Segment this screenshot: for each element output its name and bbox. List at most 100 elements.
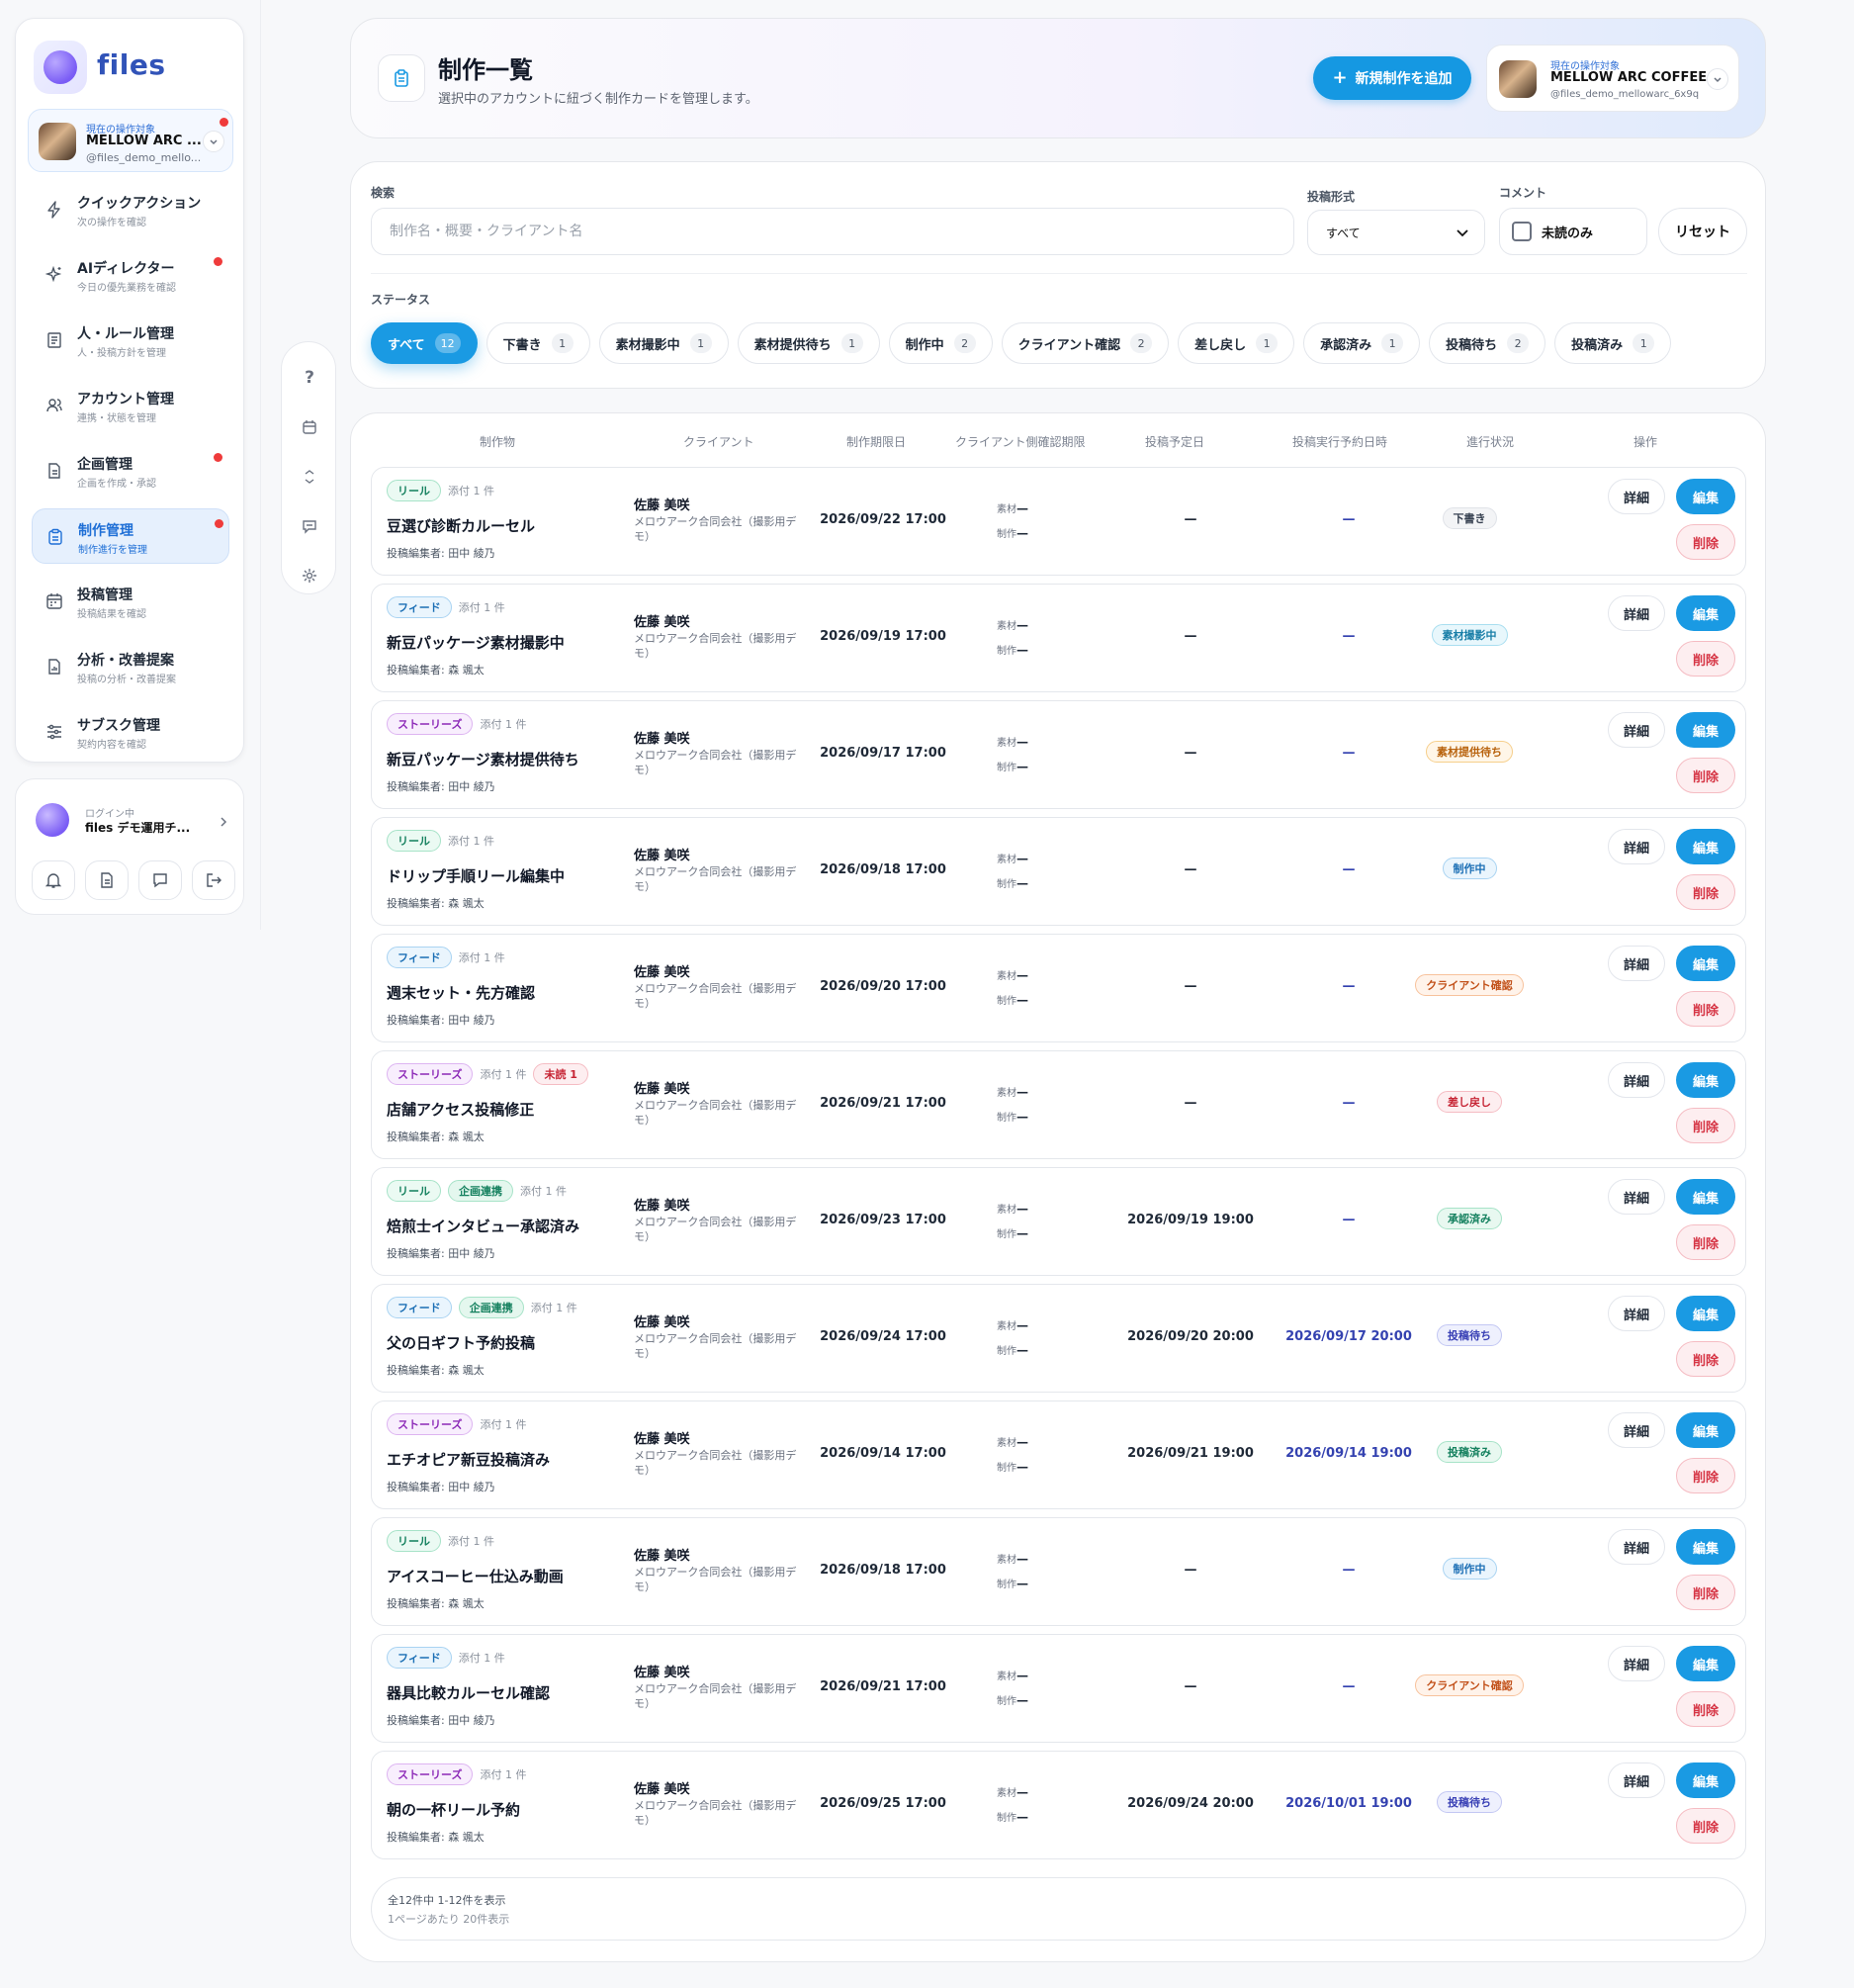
- search-field[interactable]: [371, 208, 1294, 255]
- delete-button[interactable]: 削除: [1676, 1808, 1735, 1844]
- edit-button[interactable]: 編集: [1676, 1412, 1735, 1448]
- chevron-down-icon[interactable]: [1707, 68, 1728, 90]
- sidebar-item[interactable]: クイックアクション 次の操作を確認: [32, 182, 229, 237]
- calendar-icon[interactable]: [300, 417, 319, 437]
- chevron-down-icon[interactable]: [203, 131, 224, 152]
- detail-button[interactable]: 詳細: [1608, 946, 1665, 981]
- chat-icon[interactable]: [138, 860, 182, 900]
- sidebar-item[interactable]: 人・ルール管理 人・投稿方針を管理: [32, 313, 229, 368]
- user-menu[interactable]: ログイン中 files デモ運用チ...: [26, 789, 233, 849]
- detail-button[interactable]: 詳細: [1608, 595, 1665, 631]
- edit-button[interactable]: 編集: [1676, 1296, 1735, 1331]
- detail-button[interactable]: 詳細: [1608, 829, 1665, 864]
- delete-button[interactable]: 削除: [1676, 524, 1735, 560]
- delete-button[interactable]: 削除: [1676, 1691, 1735, 1727]
- status-filter-pill[interactable]: 投稿待ち 2: [1429, 322, 1546, 364]
- edit-button[interactable]: 編集: [1676, 595, 1735, 631]
- production-title[interactable]: 器具比較カルーセル確認: [387, 1682, 550, 1703]
- edit-button[interactable]: 編集: [1676, 829, 1735, 864]
- add-production-button[interactable]: + 新規制作を追加: [1313, 56, 1471, 100]
- edit-button[interactable]: 編集: [1676, 1179, 1735, 1215]
- edit-button[interactable]: 編集: [1676, 1529, 1735, 1565]
- production-title[interactable]: 豆選び診断カルーセル: [387, 515, 535, 536]
- table-row[interactable]: リール 添付 1 件ドリップ手順リール編集中 投稿編集者: 森 颯太 佐藤 美咲 メロウ…: [371, 817, 1746, 926]
- bell-icon[interactable]: [32, 860, 75, 900]
- reset-button[interactable]: リセット: [1658, 208, 1747, 255]
- detail-button[interactable]: 詳細: [1608, 1412, 1665, 1448]
- delete-button[interactable]: 削除: [1676, 874, 1735, 910]
- delete-button[interactable]: 削除: [1676, 1575, 1735, 1610]
- help-icon[interactable]: ?: [300, 368, 319, 388]
- logout-icon[interactable]: [192, 860, 235, 900]
- production-title[interactable]: 父の日ギフト予約投稿: [387, 1332, 535, 1353]
- detail-button[interactable]: 詳細: [1608, 479, 1665, 514]
- table-row[interactable]: リール 添付 1 件豆選び診断カルーセル 投稿編集者: 田中 綾乃 佐藤 美咲 メロウア…: [371, 467, 1746, 576]
- sidebar-item[interactable]: サブスク管理 契約内容を確認: [32, 704, 229, 760]
- edit-button[interactable]: 編集: [1676, 712, 1735, 748]
- table-row[interactable]: フィード 添付 1 件器具比較カルーセル確認 投稿編集者: 田中 綾乃 佐藤 美咲 メロ…: [371, 1634, 1746, 1743]
- status-filter-pill[interactable]: クライアント確認 2: [1001, 322, 1170, 364]
- search-input[interactable]: [372, 209, 1293, 254]
- status-filter-pill[interactable]: すべて 12: [371, 322, 478, 364]
- edit-button[interactable]: 編集: [1676, 479, 1735, 514]
- checkbox-box[interactable]: [1512, 222, 1532, 241]
- table-row[interactable]: リール 添付 1 件アイスコーヒー仕込み動画 投稿編集者: 森 颯太 佐藤 美咲 メロウ…: [371, 1517, 1746, 1626]
- table-row[interactable]: リール 企画連携 添付 1 件焙煎士インタビュー承認済み 投稿編集者: 田中 綾乃 佐藤…: [371, 1167, 1746, 1276]
- sidebar-item[interactable]: 制作管理 制作進行を管理: [32, 508, 229, 564]
- delete-button[interactable]: 削除: [1676, 1458, 1735, 1493]
- sidebar-item[interactable]: 分析・改善提案 投稿の分析・改善提案: [32, 639, 229, 694]
- settings-icon[interactable]: [300, 566, 319, 586]
- status-filter-pill[interactable]: 差し戻し 1: [1178, 322, 1295, 364]
- current-account-card[interactable]: 現在の操作対象 MELLOW ARC COFFEE @files_demo_me…: [1486, 45, 1739, 112]
- status-filter-pill[interactable]: 下書き 1: [486, 322, 590, 364]
- delete-button[interactable]: 削除: [1676, 1108, 1735, 1143]
- status-filter-pill[interactable]: 投稿済み 1: [1554, 322, 1672, 364]
- unread-only-checkbox[interactable]: 未読のみ: [1499, 208, 1647, 255]
- status-filter-pill[interactable]: 承認済み 1: [1303, 322, 1421, 364]
- delete-button[interactable]: 削除: [1676, 641, 1735, 677]
- delete-button[interactable]: 削除: [1676, 1341, 1735, 1377]
- sidebar-item[interactable]: 企画管理 企画を作成・承認: [32, 443, 229, 498]
- production-title[interactable]: ドリップ手順リール編集中: [387, 865, 565, 886]
- status-filter-pill[interactable]: 制作中 2: [888, 322, 993, 364]
- document-icon[interactable]: [85, 860, 129, 900]
- production-title[interactable]: アイスコーヒー仕込み動画: [387, 1566, 564, 1586]
- detail-button[interactable]: 詳細: [1608, 1062, 1665, 1098]
- production-title[interactable]: 新豆パッケージ素材提供待ち: [387, 749, 579, 769]
- production-title[interactable]: エチオピア新豆投稿済み: [387, 1449, 550, 1470]
- sidebar-item[interactable]: 投稿管理 投稿結果を確認: [32, 574, 229, 629]
- production-title[interactable]: 新豆パッケージ素材撮影中: [387, 632, 565, 653]
- delete-button[interactable]: 削除: [1676, 991, 1735, 1027]
- status-filter-pill[interactable]: 素材提供待ち 1: [737, 322, 880, 364]
- detail-button[interactable]: 詳細: [1608, 1296, 1665, 1331]
- production-title[interactable]: 週末セット・先方確認: [387, 982, 535, 1003]
- production-title[interactable]: 店舗アクセス投稿修正: [387, 1099, 534, 1120]
- table-row[interactable]: ストーリーズ 添付 1 件エチオピア新豆投稿済み 投稿編集者: 田中 綾乃 佐藤 美咲…: [371, 1401, 1746, 1509]
- table-row[interactable]: ストーリーズ 添付 1 件朝の一杯リール予約 投稿編集者: 森 颯太 佐藤 美咲 メロウ…: [371, 1751, 1746, 1859]
- table-row[interactable]: フィード 添付 1 件新豆パッケージ素材撮影中 投稿編集者: 森 颯太 佐藤 美咲 メロ…: [371, 584, 1746, 692]
- status-filter-pill[interactable]: 素材撮影中 1: [598, 322, 729, 364]
- detail-button[interactable]: 詳細: [1608, 1762, 1665, 1798]
- table-row[interactable]: フィード 企画連携 添付 1 件父の日ギフト予約投稿 投稿編集者: 森 颯太 佐藤 美咲…: [371, 1284, 1746, 1393]
- files-logo-icon[interactable]: [34, 41, 87, 94]
- account-switcher[interactable]: 現在の操作対象 MELLOW ARC ... @files_demo_mello…: [28, 109, 233, 172]
- production-title[interactable]: 朝の一杯リール予約: [387, 1799, 520, 1820]
- detail-button[interactable]: 詳細: [1608, 1529, 1665, 1565]
- comment-icon[interactable]: [300, 516, 319, 536]
- sidebar-item[interactable]: アカウント管理 連携・状態を管理: [32, 378, 229, 433]
- table-row[interactable]: ストーリーズ 添付 1 件新豆パッケージ素材提供待ち 投稿編集者: 田中 綾乃 佐藤 …: [371, 700, 1746, 809]
- format-select[interactable]: すべて: [1307, 210, 1485, 255]
- collapse-icon[interactable]: [300, 467, 319, 487]
- edit-button[interactable]: 編集: [1676, 1646, 1735, 1681]
- sidebar-item[interactable]: AIディレクター 今日の優先業務を確認: [32, 247, 229, 303]
- production-title[interactable]: 焙煎士インタビュー承認済み: [387, 1216, 579, 1236]
- table-row[interactable]: ストーリーズ 添付 1 件未読 1 店舗アクセス投稿修正 投稿編集者: 森 颯太 佐藤 …: [371, 1050, 1746, 1159]
- delete-button[interactable]: 削除: [1676, 1224, 1735, 1260]
- edit-button[interactable]: 編集: [1676, 1062, 1735, 1098]
- edit-button[interactable]: 編集: [1676, 1762, 1735, 1798]
- detail-button[interactable]: 詳細: [1608, 712, 1665, 748]
- table-row[interactable]: フィード 添付 1 件週末セット・先方確認 投稿編集者: 田中 綾乃 佐藤 美咲 メロウ…: [371, 934, 1746, 1042]
- detail-button[interactable]: 詳細: [1608, 1646, 1665, 1681]
- delete-button[interactable]: 削除: [1676, 758, 1735, 793]
- detail-button[interactable]: 詳細: [1608, 1179, 1665, 1215]
